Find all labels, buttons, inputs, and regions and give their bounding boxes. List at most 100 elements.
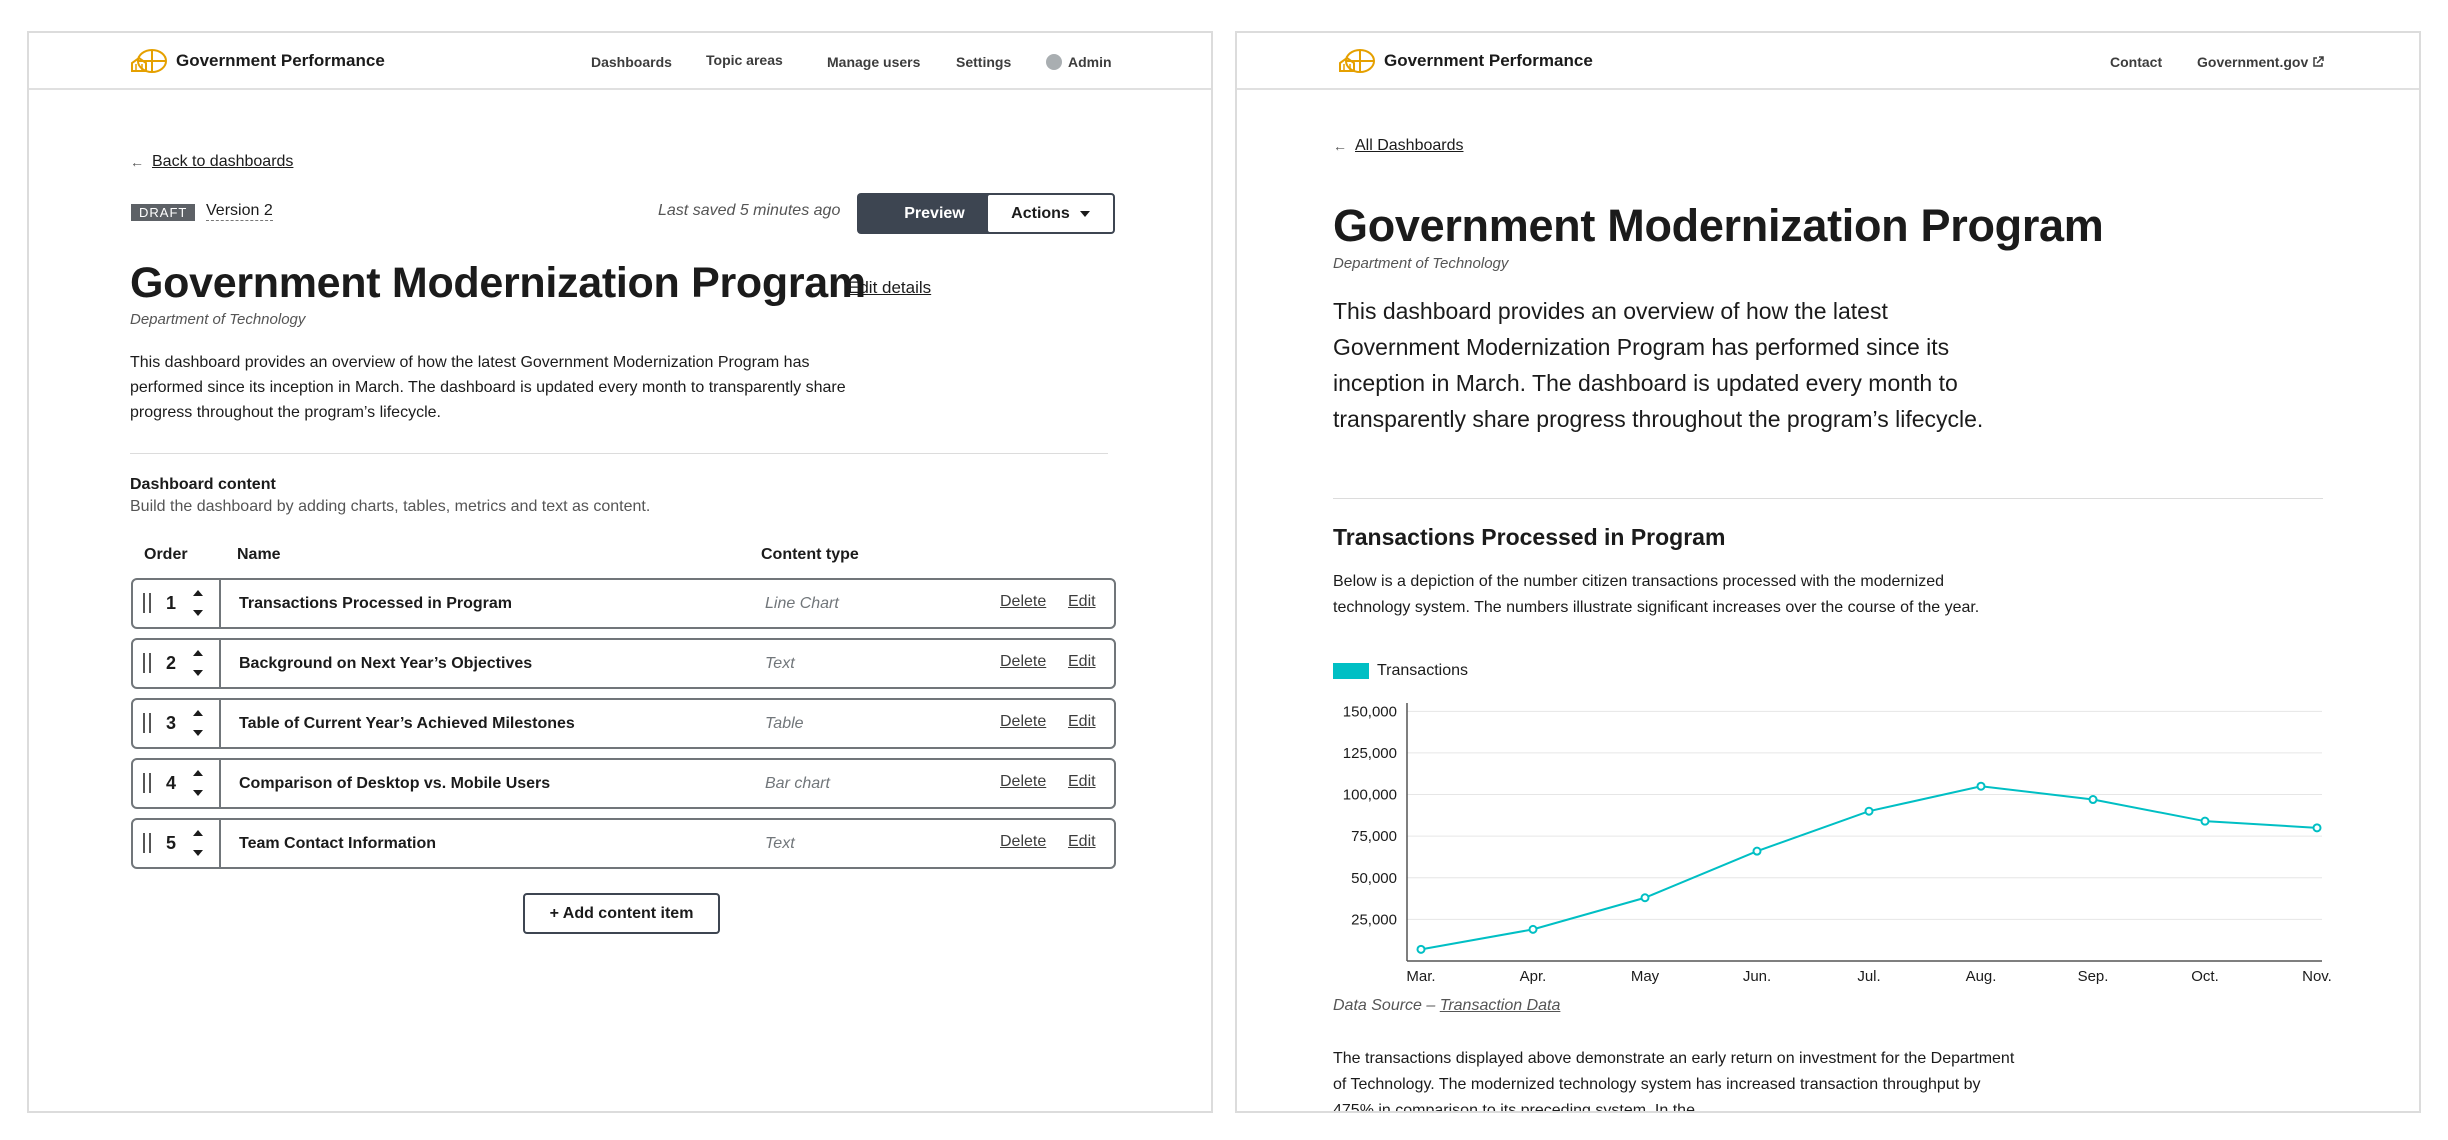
chart-legend: Transactions (1333, 662, 1468, 680)
capitol-building-icon (131, 49, 167, 73)
nav-dashboards[interactable]: Dashboards (591, 54, 672, 70)
move-down-icon[interactable] (193, 610, 203, 616)
dashboard-description: This dashboard provides an overview of h… (130, 354, 846, 421)
row-order: 4 (166, 773, 177, 793)
data-point (2312, 823, 2322, 833)
admin-editor-panel: Government Performance Dashboards Topic … (27, 31, 1213, 1113)
row-order: 3 (166, 713, 177, 733)
version-label[interactable]: Version 2 (206, 202, 273, 221)
row-order: 1 (166, 593, 177, 613)
all-dashboards-link[interactable]: ← All Dashboards (1333, 137, 1464, 155)
move-down-icon[interactable] (193, 850, 203, 856)
delete-link[interactable]: Delete (1000, 653, 1046, 671)
footer-paragraph: The transactions displayed above demonst… (1333, 1050, 2015, 1113)
drag-handle-icon[interactable] (143, 653, 151, 673)
row-content-type: Bar chart (765, 775, 830, 792)
content-row[interactable]: 5 Team Contact Information Text Delete Edit (131, 818, 1116, 869)
data-point (1640, 893, 1650, 903)
nav-admin-menu[interactable]: Admin (1046, 54, 1112, 70)
back-link-label: Back to dashboards (152, 153, 294, 170)
data-point (2200, 816, 2210, 826)
nav-contact[interactable]: Contact (2110, 54, 2162, 70)
row-divider (219, 760, 221, 807)
x-tick-label: Jul. (1857, 968, 1880, 985)
nav-manage-users[interactable]: Manage users (827, 54, 920, 70)
drag-handle-icon[interactable] (143, 773, 151, 793)
row-order: 5 (166, 833, 177, 853)
dashboard-title: Government Modernization Program (1333, 200, 2104, 251)
content-row[interactable]: 1 Transactions Processed in Program Line C… (131, 578, 1116, 629)
column-order: Order (144, 546, 188, 563)
edit-details-link[interactable]: Edit details (848, 278, 931, 298)
row-divider (219, 700, 221, 747)
back-to-dashboards-link[interactable]: ← Back to dashboards (130, 153, 293, 171)
brand-name: Government Performance (176, 51, 385, 70)
row-content-type: Line Chart (765, 595, 839, 612)
x-tick-label: May (1631, 968, 1660, 985)
move-down-icon[interactable] (193, 790, 203, 796)
arrow-left-icon: ← (130, 154, 144, 170)
row-order: 2 (166, 653, 177, 673)
brand-logo[interactable]: Government Performance (1338, 47, 1593, 75)
move-down-icon[interactable] (193, 730, 203, 736)
content-row[interactable]: 3 Table of Current Year’s Achieved Milest… (131, 698, 1116, 749)
actions-button[interactable]: Actions (986, 193, 1115, 234)
delete-link[interactable]: Delete (1000, 593, 1046, 611)
move-up-icon[interactable] (193, 710, 203, 716)
public-dashboard-panel: Government Performance Contact Governmen… (1235, 31, 2421, 1113)
delete-link[interactable]: Delete (1000, 833, 1046, 851)
brand-logo[interactable]: Government Performance (130, 47, 385, 75)
dashboard-content-title: Dashboard content (130, 476, 276, 493)
move-up-icon[interactable] (193, 650, 203, 656)
external-link-icon (2313, 56, 2324, 67)
data-point (1416, 944, 1426, 954)
content-row[interactable]: 2 Background on Next Year’s Objectives Tex… (131, 638, 1116, 689)
data-point (1528, 924, 1538, 934)
legend-swatch (1333, 663, 1369, 679)
drag-handle-icon[interactable] (143, 593, 151, 613)
delete-link[interactable]: Delete (1000, 773, 1046, 791)
y-tick-label: 50,000 (1351, 870, 1397, 887)
data-source-link[interactable]: Transaction Data (1440, 997, 1561, 1014)
row-content-type: Text (765, 655, 795, 672)
content-row[interactable]: 4 Comparison of Desktop vs. Mobile Users B… (131, 758, 1116, 809)
data-point (2088, 795, 2098, 805)
row-name: Team Contact Information (239, 835, 437, 852)
move-up-icon[interactable] (193, 770, 203, 776)
row-name: Table of Current Year’s Achieved Milesto… (239, 715, 575, 732)
last-saved-text: Last saved 5 minutes ago (658, 202, 841, 219)
edit-link[interactable]: Edit (1068, 833, 1096, 851)
edit-link[interactable]: Edit (1068, 593, 1096, 611)
y-tick-label: 150,000 (1343, 703, 1397, 720)
edit-link[interactable]: Edit (1068, 713, 1096, 731)
drag-handle-icon[interactable] (143, 833, 151, 853)
public-header: Government Performance Contact Governmen… (1237, 33, 2419, 90)
organization-name: Department of Technology (1333, 255, 1509, 272)
data-source-prefix: Data Source – (1333, 997, 1440, 1014)
organization-name: Department of Technology (130, 311, 306, 328)
edit-link[interactable]: Edit (1068, 653, 1096, 671)
y-tick-label: 125,000 (1343, 745, 1397, 762)
preview-label: Preview (904, 204, 965, 222)
nav-topic-areas[interactable]: Topic areas (706, 52, 783, 68)
y-tick-label: 25,000 (1351, 911, 1397, 928)
add-content-item-button[interactable]: + Add content item (523, 893, 720, 934)
admin-label: Admin (1068, 54, 1112, 70)
dashboard-content-subtitle: Build the dashboard by adding charts, ta… (130, 498, 651, 515)
x-tick-label: Jun. (1743, 968, 1771, 985)
drag-handle-icon[interactable] (143, 713, 151, 733)
nav-settings[interactable]: Settings (956, 54, 1011, 70)
move-down-icon[interactable] (193, 670, 203, 676)
edit-link[interactable]: Edit (1068, 773, 1096, 791)
y-tick-label: 75,000 (1351, 828, 1397, 845)
delete-link[interactable]: Delete (1000, 713, 1046, 731)
arrow-left-icon: ← (1333, 138, 1347, 154)
move-up-icon[interactable] (193, 830, 203, 836)
data-point (1864, 806, 1874, 816)
x-tick-label: Mar. (1406, 968, 1435, 985)
row-name: Transactions Processed in Program (239, 595, 512, 612)
row-divider (219, 820, 221, 867)
move-up-icon[interactable] (193, 590, 203, 596)
nav-government-gov[interactable]: Government.gov (2197, 54, 2324, 70)
x-tick-label: Nov. (2302, 968, 2332, 985)
